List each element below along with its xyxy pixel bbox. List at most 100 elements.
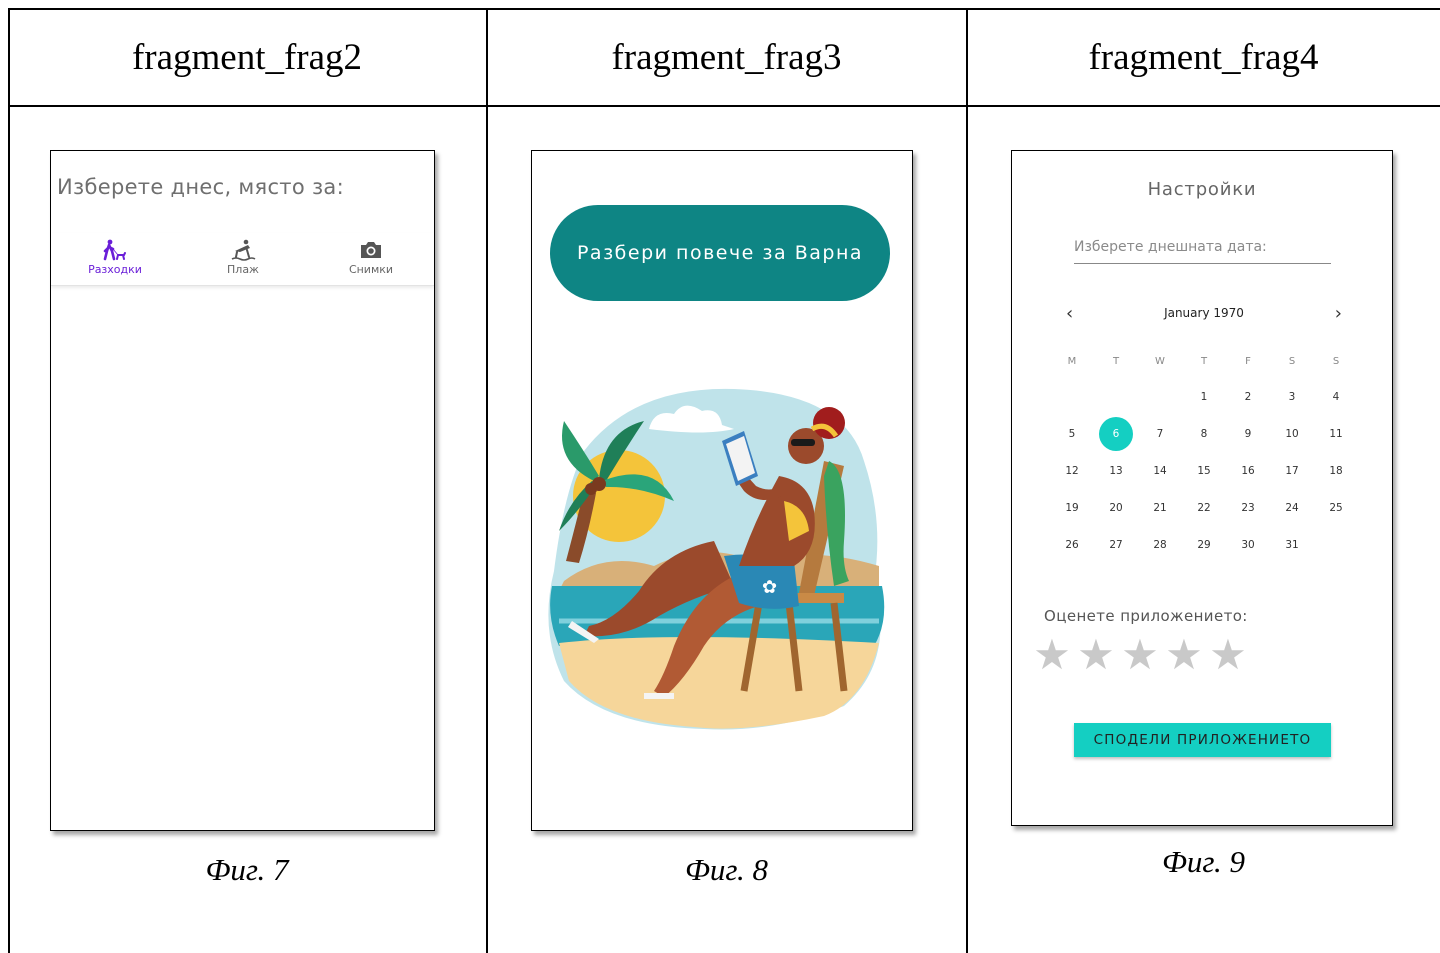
screen-title: Изберете днес, място за: <box>57 175 344 199</box>
calendar-day-label: 19 <box>1065 501 1079 514</box>
calendar-day[interactable]: 13 <box>1094 452 1138 489</box>
calendar-day[interactable]: 14 <box>1138 452 1182 489</box>
nav-item-photos[interactable]: Снимки <box>321 239 421 276</box>
calendar-weekday: S <box>1332 356 1340 367</box>
walk-icon <box>103 239 126 261</box>
calendar-day-label: 15 <box>1197 464 1211 477</box>
learn-more-varna-button[interactable]: Разбери повече за Варна <box>550 205 890 301</box>
calendar-day[interactable]: 10 <box>1270 415 1314 452</box>
calendar-day[interactable]: 26 <box>1050 526 1094 563</box>
calendar-day[interactable]: 25 <box>1314 489 1358 526</box>
calendar-weekday: S <box>1288 356 1296 367</box>
calendar-day[interactable]: 30 <box>1226 526 1270 563</box>
calendar-day[interactable]: 9 <box>1226 415 1270 452</box>
table-divider-1 <box>486 8 488 953</box>
calendar-day[interactable]: 19 <box>1050 489 1094 526</box>
calendar-day-label: 23 <box>1241 501 1255 514</box>
calendar-day-label: 26 <box>1065 538 1079 551</box>
calendar-weekday: T <box>1112 356 1120 367</box>
calendar-day-label: 8 <box>1200 427 1208 440</box>
calendar-day-label: 31 <box>1285 538 1299 551</box>
calendar-day[interactable]: 31 <box>1270 526 1314 563</box>
calendar-day-label: 7 <box>1156 427 1164 440</box>
calendar-day-label: 30 <box>1241 538 1255 551</box>
rating-bar[interactable]: ★ ★ ★ ★ ★ <box>1030 635 1250 677</box>
calendar-day-label: 1 <box>1200 390 1208 403</box>
calendar-day[interactable]: 22 <box>1182 489 1226 526</box>
calendar-day[interactable]: 27 <box>1094 526 1138 563</box>
phone-frag2: Изберете днес, място за: Разходки Плаж С… <box>50 150 435 831</box>
phone-frag3: Разбери повече за Варна ✿ <box>531 150 913 831</box>
nav-item-walks[interactable]: Разходки <box>65 239 165 276</box>
calendar-day[interactable]: 5 <box>1050 415 1094 452</box>
calendar-day-label: 2 <box>1244 390 1252 403</box>
calendar-day[interactable]: 23 <box>1226 489 1270 526</box>
star-icon[interactable]: ★ <box>1118 635 1162 677</box>
calendar-weekday: M <box>1067 356 1077 367</box>
star-icon[interactable]: ★ <box>1074 635 1118 677</box>
calendar-month-label: January 1970 <box>1164 306 1244 320</box>
column-header-frag4: fragment_frag4 <box>1088 36 1319 78</box>
share-app-button[interactable]: СПОДЕЛИ ПРИЛОЖЕНИЕТО <box>1074 723 1331 757</box>
calendar-day[interactable]: 1 <box>1182 378 1226 415</box>
calendar-day[interactable]: 15 <box>1182 452 1226 489</box>
calendar-day-label: 14 <box>1153 464 1167 477</box>
calendar-day-label: 17 <box>1285 464 1299 477</box>
figure-caption-7: Фиг. 7 <box>205 852 289 887</box>
calendar-day[interactable]: 2 <box>1226 378 1270 415</box>
calendar-day[interactable]: 4 <box>1314 378 1358 415</box>
calendar-day-label: 11 <box>1329 427 1343 440</box>
calendar-day-label: 6 <box>1099 416 1133 451</box>
calendar-day-label: 21 <box>1153 501 1167 514</box>
beach-icon <box>231 239 256 261</box>
chevron-right-icon[interactable]: › <box>1335 303 1342 324</box>
calendar-day[interactable]: 18 <box>1314 452 1358 489</box>
nav-label-walks: Разходки <box>88 263 142 276</box>
calendar-day-label: 25 <box>1329 501 1343 514</box>
calendar-day-label: 22 <box>1197 501 1211 514</box>
calendar-day-label: 20 <box>1109 501 1123 514</box>
calendar-day[interactable]: 24 <box>1270 489 1314 526</box>
calendar-day[interactable]: 7 <box>1138 415 1182 452</box>
nav-label-photos: Снимки <box>348 263 394 276</box>
calendar-day-label: 12 <box>1065 464 1079 477</box>
phone-frag4: Настройки Изберете днешната дата: ‹ Janu… <box>1011 150 1393 826</box>
calendar-weekday: T <box>1200 356 1208 367</box>
calendar-day[interactable]: 21 <box>1138 489 1182 526</box>
calendar-day[interactable]: 3 <box>1270 378 1314 415</box>
calendar-day-label: 18 <box>1329 464 1343 477</box>
calendar-day[interactable]: 16 <box>1226 452 1270 489</box>
star-icon[interactable]: ★ <box>1206 635 1250 677</box>
settings-title: Настройки <box>1147 179 1257 200</box>
table-divider-2 <box>966 8 968 953</box>
calendar-day[interactable]: 11 <box>1314 415 1358 452</box>
rating-label: Оценете приложението: <box>1044 607 1248 625</box>
calendar-day-label: 29 <box>1197 538 1211 551</box>
nav-label-beach: Плаж <box>227 263 259 276</box>
calendar-day[interactable]: 28 <box>1138 526 1182 563</box>
camera-icon <box>361 242 381 258</box>
calendar-day[interactable]: 17 <box>1270 452 1314 489</box>
calendar-header: ‹ January 1970 › <box>1060 303 1348 327</box>
calendar-day[interactable]: 20 <box>1094 489 1138 526</box>
svg-text:✿: ✿ <box>762 577 777 598</box>
figure-caption-9: Фиг. 9 <box>1161 844 1246 879</box>
top-navigation: Разходки Плаж Снимки <box>51 233 434 286</box>
calendar-day-label: 27 <box>1109 538 1123 551</box>
calendar-day[interactable]: 12 <box>1050 452 1094 489</box>
nav-item-beach[interactable]: Плаж <box>193 239 293 276</box>
calendar-day-label: 10 <box>1285 427 1299 440</box>
figure-caption-8: Фиг. 8 <box>684 852 769 887</box>
table-border-left <box>8 8 10 953</box>
figure-table: fragment_frag2 fragment_frag3 fragment_f… <box>8 8 1440 953</box>
star-icon[interactable]: ★ <box>1162 635 1206 677</box>
star-icon[interactable]: ★ <box>1030 635 1074 677</box>
date-input[interactable]: Изберете днешната дата: <box>1074 239 1331 264</box>
calendar-day-label: 5 <box>1068 427 1076 440</box>
calendar-day[interactable]: 29 <box>1182 526 1226 563</box>
calendar-day[interactable]: 8 <box>1182 415 1226 452</box>
column-header-frag2: fragment_frag2 <box>131 36 363 78</box>
calendar-day-label: 28 <box>1153 538 1167 551</box>
calendar-day-selected[interactable]: 6 <box>1094 415 1138 452</box>
calendar-day-label: 13 <box>1109 464 1123 477</box>
